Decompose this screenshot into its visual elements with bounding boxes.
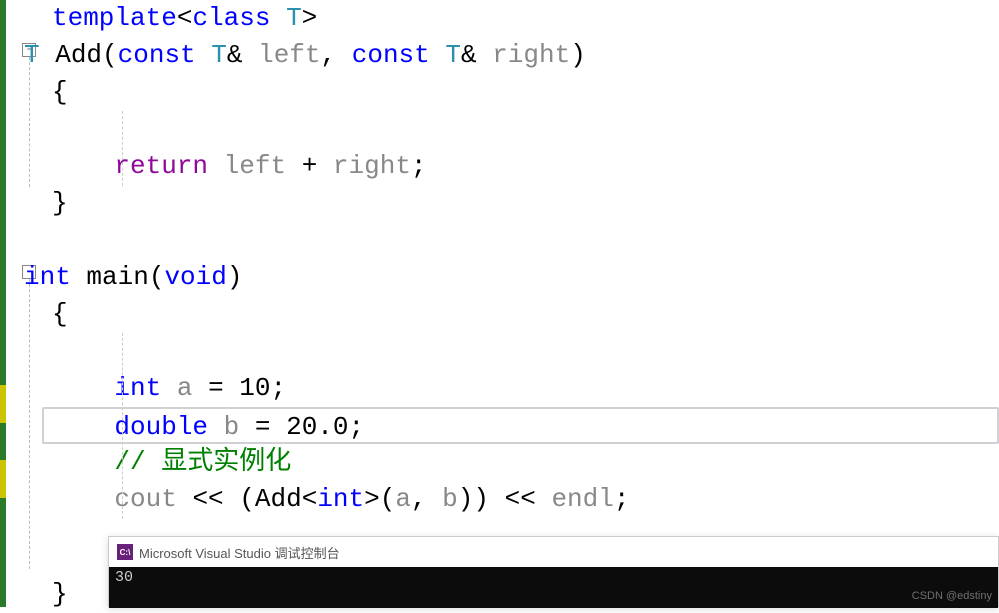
console-output: 30 CSDN @edstiny bbox=[109, 567, 998, 608]
code-line[interactable]: { bbox=[44, 296, 999, 333]
change-marker bbox=[0, 385, 6, 423]
console-titlebar[interactable]: C:\ Microsoft Visual Studio 调试控制台 bbox=[109, 537, 998, 567]
code-line[interactable] bbox=[44, 111, 999, 148]
code-line[interactable] bbox=[44, 333, 999, 370]
code-line[interactable]: int main(void) bbox=[16, 259, 999, 296]
code-line[interactable]: // 显式实例化 bbox=[44, 444, 999, 481]
watermark: CSDN @edstiny bbox=[912, 590, 992, 602]
fold-column: - - bbox=[20, 0, 44, 607]
code-line[interactable]: } bbox=[44, 185, 999, 222]
fold-guide bbox=[29, 57, 30, 187]
code-line[interactable]: { bbox=[44, 74, 999, 111]
code-line[interactable] bbox=[44, 222, 999, 259]
current-line[interactable]: double b = 20.0; bbox=[42, 407, 999, 444]
gutter bbox=[0, 0, 20, 607]
code-line[interactable]: int a = 10; bbox=[44, 370, 999, 407]
change-marker bbox=[0, 460, 6, 498]
debug-console-window[interactable]: C:\ Microsoft Visual Studio 调试控制台 30 CSD… bbox=[108, 536, 999, 607]
code-line[interactable]: T Add(const T& left, const T& right) bbox=[16, 37, 999, 74]
code-editor: - - template<class T> T Add(const T& lef… bbox=[0, 0, 999, 607]
console-icon: C:\ bbox=[117, 544, 133, 560]
code-line[interactable]: return left + right; bbox=[44, 148, 999, 185]
code-line[interactable]: cout << (Add<int>(a, b)) << endl; bbox=[44, 481, 999, 518]
code-line[interactable]: template<class T> bbox=[44, 0, 999, 37]
code-area[interactable]: template<class T> T Add(const T& left, c… bbox=[44, 0, 999, 607]
fold-guide bbox=[29, 279, 30, 569]
console-title: Microsoft Visual Studio 调试控制台 bbox=[139, 543, 340, 562]
